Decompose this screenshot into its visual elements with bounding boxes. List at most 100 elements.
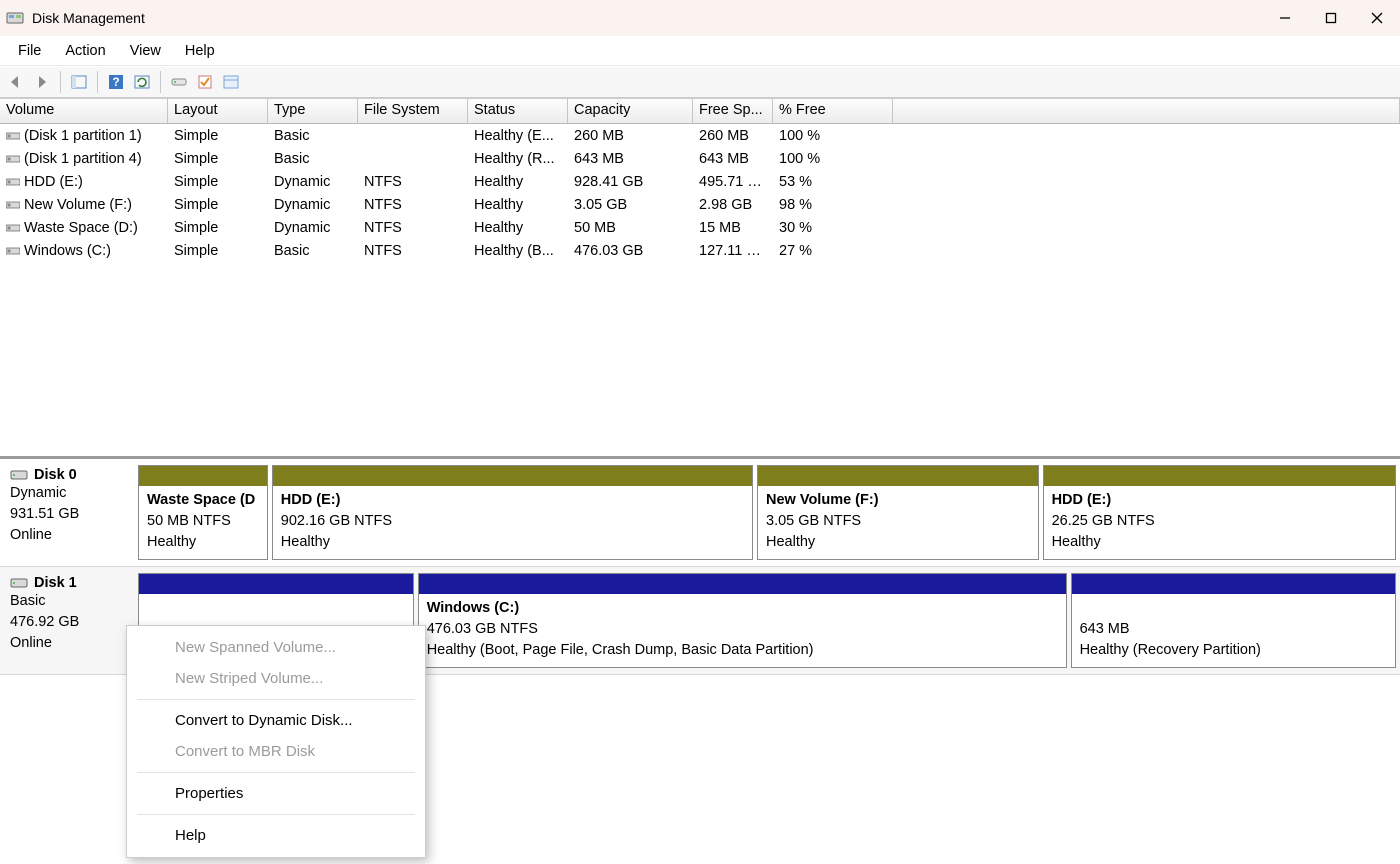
window-title: Disk Management	[32, 10, 145, 26]
partition-size: 26.25 GB NTFS	[1052, 511, 1387, 532]
volume-fs: NTFS	[358, 174, 468, 190]
partition-status: Healthy	[147, 532, 259, 553]
app-icon	[6, 9, 24, 27]
disk-partitions: Waste Space (D50 MB NTFSHealthyHDD (E:)9…	[138, 465, 1396, 560]
col-volume[interactable]: Volume	[0, 99, 168, 123]
volume-list-header: Volume Layout Type File System Status Ca…	[0, 98, 1400, 124]
disk-info[interactable]: Disk 0Dynamic931.51 GBOnline	[6, 465, 138, 560]
forward-button[interactable]	[30, 70, 54, 94]
partition-status: Healthy	[766, 532, 1030, 553]
partition[interactable]: New Volume (F:)3.05 GB NTFSHealthy	[757, 465, 1039, 560]
volume-capacity: 928.41 GB	[568, 174, 693, 190]
partition[interactable]: 643 MBHealthy (Recovery Partition)	[1071, 573, 1396, 668]
menu-file[interactable]: File	[6, 39, 53, 63]
close-button[interactable]	[1354, 0, 1400, 36]
disk-list-button[interactable]	[167, 70, 191, 94]
volume-type: Dynamic	[268, 174, 358, 190]
ctx-new-spanned: New Spanned Volume...	[127, 632, 425, 663]
disk-row: Disk 0Dynamic931.51 GBOnlineWaste Space …	[0, 459, 1400, 567]
disk-state: Online	[10, 525, 134, 546]
volume-row[interactable]: Windows (C:) SimpleBasicNTFSHealthy (B...…	[0, 239, 1400, 262]
settings-button[interactable]	[219, 70, 243, 94]
partition-status: Healthy (Boot, Page File, Crash Dump, Ba…	[427, 640, 1058, 661]
volume-layout: Simple	[168, 128, 268, 144]
partition-name: New Volume (F:)	[766, 490, 1030, 511]
volume-type: Dynamic	[268, 220, 358, 236]
disk-state: Online	[10, 633, 134, 654]
volume-name: Waste Space (D:)	[24, 220, 138, 236]
volume-fs: NTFS	[358, 243, 468, 259]
volume-status: Healthy	[468, 197, 568, 213]
partition-color-bar	[273, 466, 752, 486]
partition[interactable]: HDD (E:)26.25 GB NTFSHealthy	[1043, 465, 1396, 560]
partition-name: Windows (C:)	[427, 598, 1058, 619]
partition-color-bar	[758, 466, 1038, 486]
volume-list-button[interactable]	[193, 70, 217, 94]
volume-row[interactable]: (Disk 1 partition 4)SimpleBasicHealthy (…	[0, 147, 1400, 170]
volume-pctfree: 100 %	[773, 151, 893, 167]
volume-layout: Simple	[168, 151, 268, 167]
disk-type: Basic	[10, 591, 134, 612]
col-layout[interactable]: Layout	[168, 99, 268, 123]
volume-name: Windows (C:)	[24, 243, 111, 259]
col-status[interactable]: Status	[468, 99, 568, 123]
menu-view[interactable]: View	[118, 39, 173, 63]
volume-row[interactable]: Waste Space (D:)SimpleDynamicNTFSHealthy…	[0, 216, 1400, 239]
ctx-separator	[137, 699, 415, 700]
volume-name: (Disk 1 partition 1)	[24, 128, 142, 144]
partition-size: 50 MB NTFS	[147, 511, 259, 532]
volume-status: Healthy	[468, 174, 568, 190]
volume-row[interactable]: New Volume (F:)SimpleDynamicNTFSHealthy3…	[0, 193, 1400, 216]
maximize-button[interactable]	[1308, 0, 1354, 36]
title-bar: Disk Management	[0, 0, 1400, 36]
ctx-properties[interactable]: Properties	[127, 778, 425, 809]
partition-name: HDD (E:)	[1052, 490, 1387, 511]
show-hide-console-tree-button[interactable]	[67, 70, 91, 94]
disk-name: Disk 0	[34, 467, 77, 483]
volume-fs: NTFS	[358, 220, 468, 236]
disk-size: 931.51 GB	[10, 504, 134, 525]
col-pctfree[interactable]: % Free	[773, 99, 893, 123]
menu-help[interactable]: Help	[173, 39, 227, 63]
refresh-button[interactable]	[130, 70, 154, 94]
ctx-separator	[137, 772, 415, 773]
ctx-convert-dynamic[interactable]: Convert to Dynamic Disk...	[127, 705, 425, 736]
volume-type: Basic	[268, 243, 358, 259]
col-free[interactable]: Free Sp...	[693, 99, 773, 123]
ctx-new-striped: New Striped Volume...	[127, 663, 425, 694]
partition-status: Healthy (Recovery Partition)	[1080, 640, 1387, 661]
disk-size: 476.92 GB	[10, 612, 134, 633]
ctx-help[interactable]: Help	[127, 820, 425, 851]
disk-info[interactable]: Disk 1Basic476.92 GBOnline	[6, 573, 138, 668]
menu-action[interactable]: Action	[53, 39, 117, 63]
volume-list[interactable]: (Disk 1 partition 1)SimpleBasicHealthy (…	[0, 124, 1400, 456]
volume-status: Healthy (B...	[468, 243, 568, 259]
back-button[interactable]	[4, 70, 28, 94]
volume-fs: NTFS	[358, 197, 468, 213]
disk-name: Disk 1	[34, 575, 77, 591]
help-button[interactable]: ?	[104, 70, 128, 94]
volume-row[interactable]: HDD (E:)SimpleDynamicNTFSHealthy928.41 G…	[0, 170, 1400, 193]
col-type[interactable]: Type	[268, 99, 358, 123]
disk-type: Dynamic	[10, 483, 134, 504]
volume-row[interactable]: (Disk 1 partition 1)SimpleBasicHealthy (…	[0, 124, 1400, 147]
col-filesystem[interactable]: File System	[358, 99, 468, 123]
partition-name: HDD (E:)	[281, 490, 744, 511]
volume-layout: Simple	[168, 197, 268, 213]
partition[interactable]: Waste Space (D50 MB NTFSHealthy	[138, 465, 268, 560]
volume-status: Healthy (R...	[468, 151, 568, 167]
partition[interactable]: HDD (E:)902.16 GB NTFSHealthy	[272, 465, 753, 560]
volume-capacity: 476.03 GB	[568, 243, 693, 259]
volume-free: 15 MB	[693, 220, 773, 236]
volume-type: Basic	[268, 151, 358, 167]
minimize-button[interactable]	[1262, 0, 1308, 36]
volume-free: 495.71 GB	[693, 174, 773, 190]
volume-layout: Simple	[168, 243, 268, 259]
col-capacity[interactable]: Capacity	[568, 99, 693, 123]
volume-layout: Simple	[168, 174, 268, 190]
partition-name: Waste Space (D	[147, 490, 259, 511]
volume-pctfree: 100 %	[773, 128, 893, 144]
volume-status: Healthy (E...	[468, 128, 568, 144]
partition[interactable]: Windows (C:)476.03 GB NTFSHealthy (Boot,…	[418, 573, 1067, 668]
partition-size: 643 MB	[1080, 619, 1387, 640]
